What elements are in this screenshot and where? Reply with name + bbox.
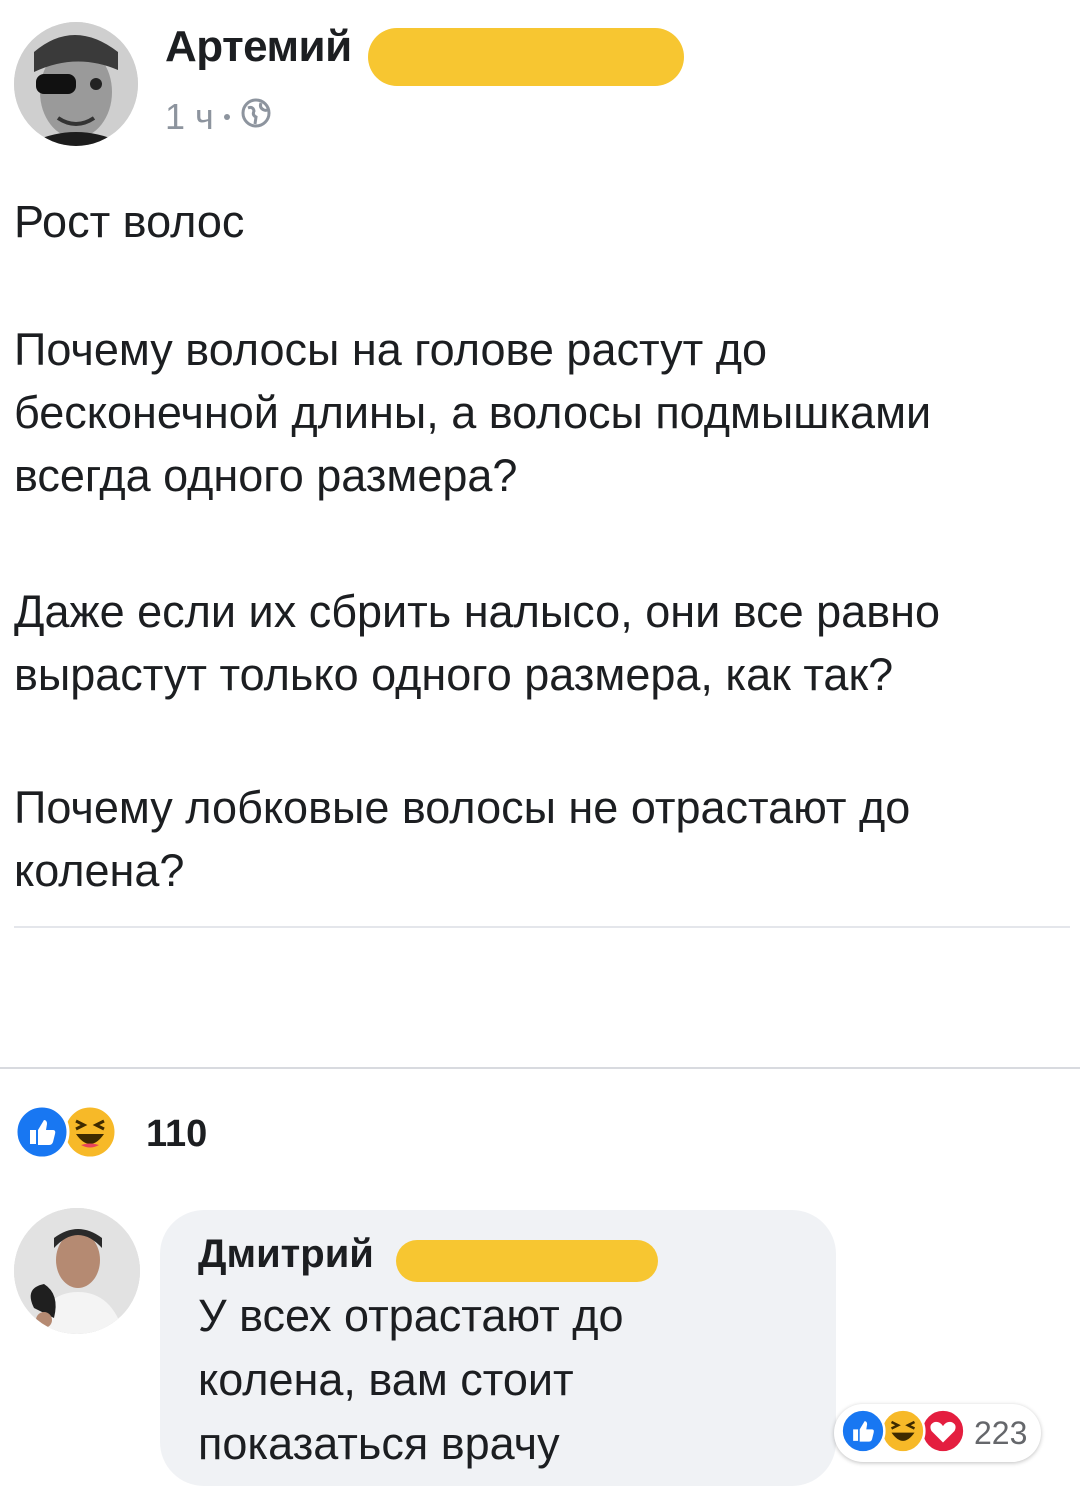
post-paragraph: Почему лобковые волосы не отрастают до к… (14, 782, 911, 896)
globe-icon (240, 96, 272, 138)
post-meta: 1 ч (165, 96, 272, 138)
commenter-avatar[interactable] (14, 1208, 140, 1334)
love-icon (920, 1407, 966, 1459)
like-icon (840, 1407, 886, 1459)
reactions-summary[interactable]: 110 (14, 1104, 207, 1165)
divider (0, 1067, 1080, 1069)
author-name-redaction (368, 28, 684, 86)
comment-reaction-count: 223 (974, 1414, 1028, 1451)
comment-reactions[interactable]: 223 (834, 1404, 1042, 1462)
haha-icon (880, 1407, 926, 1459)
reaction-count: 110 (146, 1113, 208, 1155)
like-icon (14, 1104, 70, 1165)
post-paragraph: Даже если их сбрить налысо, они все равн… (14, 586, 940, 700)
meta-separator (223, 114, 230, 120)
post-time[interactable]: 1 ч (165, 96, 214, 138)
post-author-avatar[interactable] (14, 22, 138, 146)
commenter-name-redaction (396, 1240, 658, 1282)
post-text-title: Рост волос (14, 196, 245, 247)
comment-text: У всех отрастают до колена, вам стоит по… (198, 1290, 624, 1469)
divider (14, 926, 1070, 928)
post-author-name[interactable]: Артемий (165, 22, 352, 72)
post-paragraph: Почему волосы на голове растут до бескон… (14, 324, 932, 501)
haha-icon (62, 1104, 118, 1165)
commenter-name[interactable]: Дмитрий (198, 1232, 374, 1277)
